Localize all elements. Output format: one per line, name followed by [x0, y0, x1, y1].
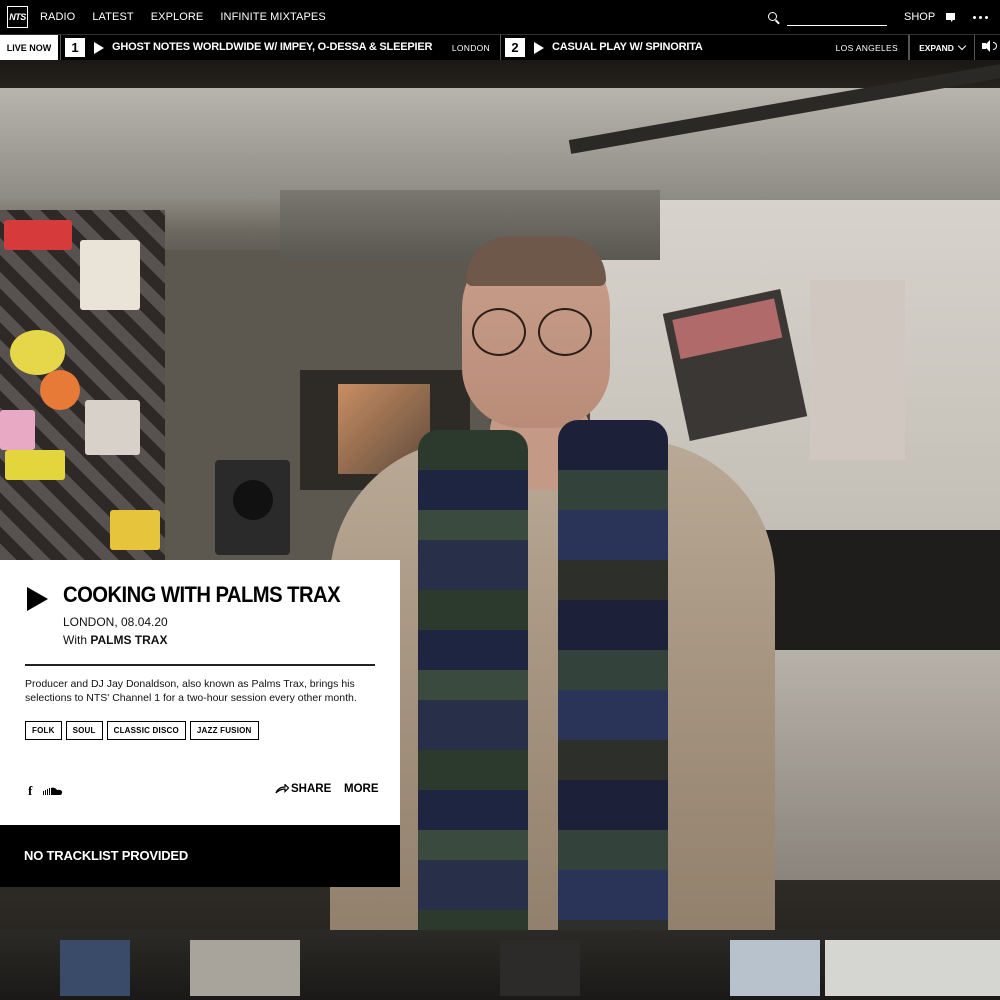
- facebook-icon[interactable]: f: [28, 783, 32, 799]
- channel-location: LONDON: [451, 43, 490, 53]
- nts-logo[interactable]: NTS: [7, 6, 28, 28]
- soundcloud-icon[interactable]: [43, 787, 63, 795]
- volume-icon[interactable]: [982, 40, 997, 52]
- top-nav: NTS RADIO LATEST EXPLORE INFINITE MIXTAP…: [0, 0, 1000, 34]
- tag-jazz-fusion[interactable]: JAZZ FUSION: [189, 721, 259, 740]
- search-icon[interactable]: [768, 12, 777, 21]
- channel-location: LOS ANGELES: [835, 43, 898, 53]
- tracklist-panel: NO TRACKLIST PROVIDED: [0, 825, 400, 887]
- chat-icon[interactable]: [946, 13, 955, 22]
- expand-label: EXPAND: [919, 42, 954, 53]
- play-icon[interactable]: [94, 42, 104, 54]
- live-channel-2[interactable]: 2 CASUAL PLAY W/ SPINORITA LOS ANGELES: [501, 35, 909, 60]
- channel-title: GHOST NOTES WORLDWIDE W/ IMPEY, O-DESSA …: [112, 41, 433, 53]
- chevron-down-icon: [957, 41, 967, 51]
- host-link[interactable]: PALMS TRAX: [90, 633, 167, 647]
- tracklist-empty-label: NO TRACKLIST PROVIDED: [24, 848, 189, 863]
- show-info-card: COOKING WITH PALMS TRAX LONDON, 08.04.20…: [0, 560, 400, 825]
- search-input[interactable]: [787, 10, 887, 26]
- live-now-label: LIVE NOW: [0, 35, 58, 60]
- share-button[interactable]: SHARE: [275, 783, 331, 795]
- host-prefix: With: [63, 633, 87, 647]
- show-description: Producer and DJ Jay Donaldson, also know…: [25, 678, 357, 704]
- channel-title: CASUAL PLAY W/ SPINORITA: [552, 41, 703, 53]
- nav-link-explore[interactable]: EXPLORE: [151, 11, 204, 23]
- channel-number: 2: [505, 38, 525, 57]
- nav-link-latest[interactable]: LATEST: [92, 11, 133, 23]
- share-icon: [275, 784, 289, 794]
- play-icon[interactable]: [534, 42, 544, 54]
- live-bar: LIVE NOW 1 GHOST NOTES WORLDWIDE W/ IMPE…: [0, 34, 1000, 60]
- more-button[interactable]: MORE: [344, 783, 379, 795]
- tag-folk[interactable]: FOLK: [25, 721, 62, 740]
- nav-links: RADIO LATEST EXPLORE INFINITE MIXTAPES: [40, 0, 343, 34]
- expand-button[interactable]: EXPAND: [909, 35, 975, 60]
- share-label: SHARE: [291, 783, 332, 795]
- show-title: COOKING WITH PALMS TRAX: [63, 582, 341, 607]
- sticker-wall: [0, 210, 165, 560]
- channel-number: 1: [65, 38, 85, 57]
- divider: [25, 664, 375, 666]
- shop-link[interactable]: SHOP: [904, 11, 935, 23]
- tag-soul[interactable]: SOUL: [65, 721, 103, 740]
- nav-link-radio[interactable]: RADIO: [40, 11, 75, 23]
- show-host-line: With PALMS TRAX: [63, 633, 167, 647]
- show-meta: LONDON, 08.04.20: [63, 615, 168, 629]
- play-icon[interactable]: [27, 587, 48, 611]
- genre-tags: FOLK SOUL CLASSIC DISCO JAZZ FUSION: [25, 721, 259, 740]
- more-icon[interactable]: [973, 16, 988, 19]
- tag-classic-disco[interactable]: CLASSIC DISCO: [106, 721, 186, 740]
- nav-link-infinite-mixtapes[interactable]: INFINITE MIXTAPES: [220, 11, 325, 23]
- live-channel-1[interactable]: 1 GHOST NOTES WORLDWIDE W/ IMPEY, O-DESS…: [60, 35, 501, 60]
